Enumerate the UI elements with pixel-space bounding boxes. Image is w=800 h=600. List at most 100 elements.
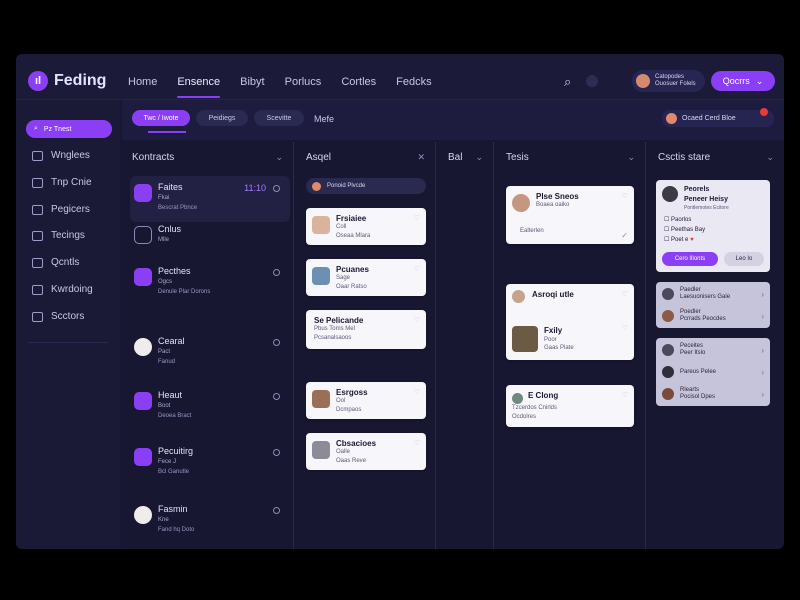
list-group: Paedler Laesuonisers Gale › Poedler Pcrrads…: [656, 282, 770, 328]
nav-item-active[interactable]: Ensence: [177, 76, 220, 98]
sidebar-item-label: Scctors: [51, 311, 85, 322]
avatar: [134, 338, 152, 356]
check-icon[interactable]: ✓: [621, 231, 628, 240]
user-line-2: Ouosuer Folels: [655, 81, 696, 87]
nav-item[interactable]: Cortles: [341, 76, 376, 88]
brand-name[interactable]: Feding: [54, 72, 106, 90]
board-card[interactable]: Frsiaiee Coll Oseaa Mlara ♡: [306, 208, 426, 245]
user-menu[interactable]: Catopodes Ouosuer Folels: [632, 70, 705, 92]
heart-icon[interactable]: ♡: [622, 324, 628, 332]
list-item[interactable]: Faites Fkai Bescrat Pbnce 11:10: [130, 176, 290, 222]
tab-pill[interactable]: Peidiegs: [196, 110, 248, 126]
avatar: [512, 326, 538, 352]
contact-sub: Bcl Ganutle: [158, 469, 190, 475]
nav-item[interactable]: Porlucs: [285, 76, 322, 88]
nav-item[interactable]: Home: [128, 76, 157, 88]
list-item[interactable]: Peceites Peer Itslo ›: [662, 340, 764, 360]
status-ring-icon[interactable]: [273, 185, 280, 192]
primary-button[interactable]: Cero lIlonts: [662, 252, 718, 266]
board-card[interactable]: Cbsacioes Oalle Oaas Reve ♡: [306, 433, 426, 470]
status-ring-icon[interactable]: [273, 393, 280, 400]
board-card[interactable]: Plse Sneos Boaea oaiko Ealterlen ♡ ✓: [506, 186, 634, 244]
sidebar-item[interactable]: Wnglees: [32, 150, 90, 161]
nav-item[interactable]: Fedcks: [396, 76, 431, 88]
status-ring-icon[interactable]: [273, 507, 280, 514]
item-title: Poedler: [680, 309, 701, 315]
status-ring-icon[interactable]: [273, 339, 280, 346]
heart-icon[interactable]: ♡: [414, 214, 420, 222]
tab-pill[interactable]: Scevitte: [254, 110, 304, 126]
sidebar-item[interactable]: Kwrdoing: [32, 284, 93, 295]
item-sub: Laesuonisers Gale: [680, 294, 731, 300]
heart-icon[interactable]: ♡: [622, 391, 628, 399]
tab-pill-active[interactable]: Twc / Iwote: [132, 110, 190, 126]
checklist-item[interactable]: ☐ Paorlos: [664, 216, 691, 223]
list-item[interactable]: Pareus Pelee ›: [662, 362, 764, 382]
board-column: Bal ⌄: [438, 142, 494, 549]
notification-icon[interactable]: [586, 75, 598, 87]
board-card[interactable]: Se Pelicande Pbus Toms Mel Pcsanalsaoos …: [306, 310, 426, 349]
avatar: [666, 113, 677, 124]
chevron-down-icon[interactable]: ⌄: [475, 152, 483, 163]
list-item[interactable]: Paedler Laesuonisers Gale ›: [662, 284, 764, 304]
status-ring-icon[interactable]: [273, 269, 280, 276]
heart-icon[interactable]: ♡: [622, 290, 628, 298]
brand-logo-icon[interactable]: ıl: [28, 71, 48, 91]
chevron-down-icon[interactable]: ⌄: [627, 152, 635, 163]
board-column: Asqel ✕ Ponoid Plvcde Frsiaiee Coll Oseaa…: [296, 142, 436, 549]
board-card[interactable]: Pcuanes Sage Oaar Ratso ♡: [306, 259, 426, 296]
contact-sub: Pact: [158, 349, 171, 355]
board-card[interactable]: Esrgoss Ool Dcmpaos ♡: [306, 382, 426, 419]
close-icon[interactable]: ✕: [417, 152, 425, 163]
nav-item[interactable]: Bibyt: [240, 76, 264, 88]
list-item[interactable]: Poedler Pcrrads Peocdes ›: [662, 306, 764, 326]
list-item[interactable]: Cearal Pact Fanud: [130, 330, 290, 376]
sidebar-item[interactable]: Tecings: [32, 230, 85, 241]
chevron-down-icon[interactable]: ⌄: [275, 152, 283, 163]
sidebar-item[interactable]: Tnp Cnie: [32, 177, 92, 188]
card-line: Pbus Toms Mel: [314, 326, 355, 332]
heart-icon[interactable]: ♡: [414, 316, 420, 324]
secondary-button[interactable]: Leo Io: [724, 252, 764, 266]
checklist-label: Paorlos: [671, 217, 692, 223]
chevron-right-icon: ›: [761, 367, 764, 377]
sidebar-search[interactable]: ⌕ Pz Tnest: [26, 120, 112, 138]
sidebar-item[interactable]: Qcntls: [32, 257, 79, 268]
heart-icon[interactable]: ♡: [414, 439, 420, 447]
board-card[interactable]: Asroqi utle ♡ Fxily Poor Gaas Plate ♡: [506, 284, 634, 360]
column-title: Bal: [448, 152, 463, 163]
list-item[interactable]: Cnlus Mlle: [130, 218, 290, 264]
heart-icon[interactable]: ♡: [414, 388, 420, 396]
chevron-down-icon[interactable]: ⌄: [766, 152, 774, 163]
list-item[interactable]: Rlearts Pocisol Dpes ›: [662, 384, 764, 404]
heart-icon[interactable]: ♡: [414, 265, 420, 273]
board-card[interactable]: E Clong Tzcerdos Cnirlds Ocdolres ♡: [506, 385, 634, 427]
heart-icon[interactable]: ♡: [622, 192, 628, 200]
card-title: Frsiaiee: [336, 214, 367, 223]
list-item[interactable]: Fasmin Kne Fand hq Doto: [130, 498, 290, 544]
list-item[interactable]: Pecthes Ogcs Denule Plar Dorons: [130, 260, 290, 306]
search-icon[interactable]: ⌕: [564, 74, 571, 90]
avatar: [134, 226, 152, 244]
card-line: Oaar Ratso: [336, 284, 367, 290]
filter-chip[interactable]: Ponoid Plvcde: [306, 178, 426, 194]
toolbar-user-chip[interactable]: Ocaed Cerd Bloe: [662, 108, 774, 127]
card-title: E Clong: [528, 391, 559, 400]
sidebar-item-icon: [32, 150, 43, 161]
search-icon: ⌕: [34, 125, 38, 132]
status-ring-icon[interactable]: [273, 449, 280, 456]
card-line: Pcsanalsaoos: [314, 335, 352, 341]
avatar: [134, 392, 152, 410]
contact-name: Faites: [158, 182, 183, 192]
checklist-item[interactable]: ☐ Peethas Bay: [664, 226, 705, 233]
list-item[interactable]: Heaut Boot Deoea Bract: [130, 384, 290, 430]
sidebar-item[interactable]: Scctors: [32, 311, 84, 322]
checklist-item[interactable]: ☐ Poet e ♥: [664, 236, 694, 243]
tab-link[interactable]: Mefe: [314, 114, 334, 124]
card-line: Gaas Plate: [544, 345, 574, 351]
list-item[interactable]: Pecuitirg Fece J Bcl Ganutle: [130, 440, 290, 486]
avatar: [662, 344, 674, 356]
avatar: [662, 288, 674, 300]
top-action-button[interactable]: Qocrrs ⌄: [711, 71, 775, 91]
sidebar-item[interactable]: Pegicers: [32, 204, 90, 215]
